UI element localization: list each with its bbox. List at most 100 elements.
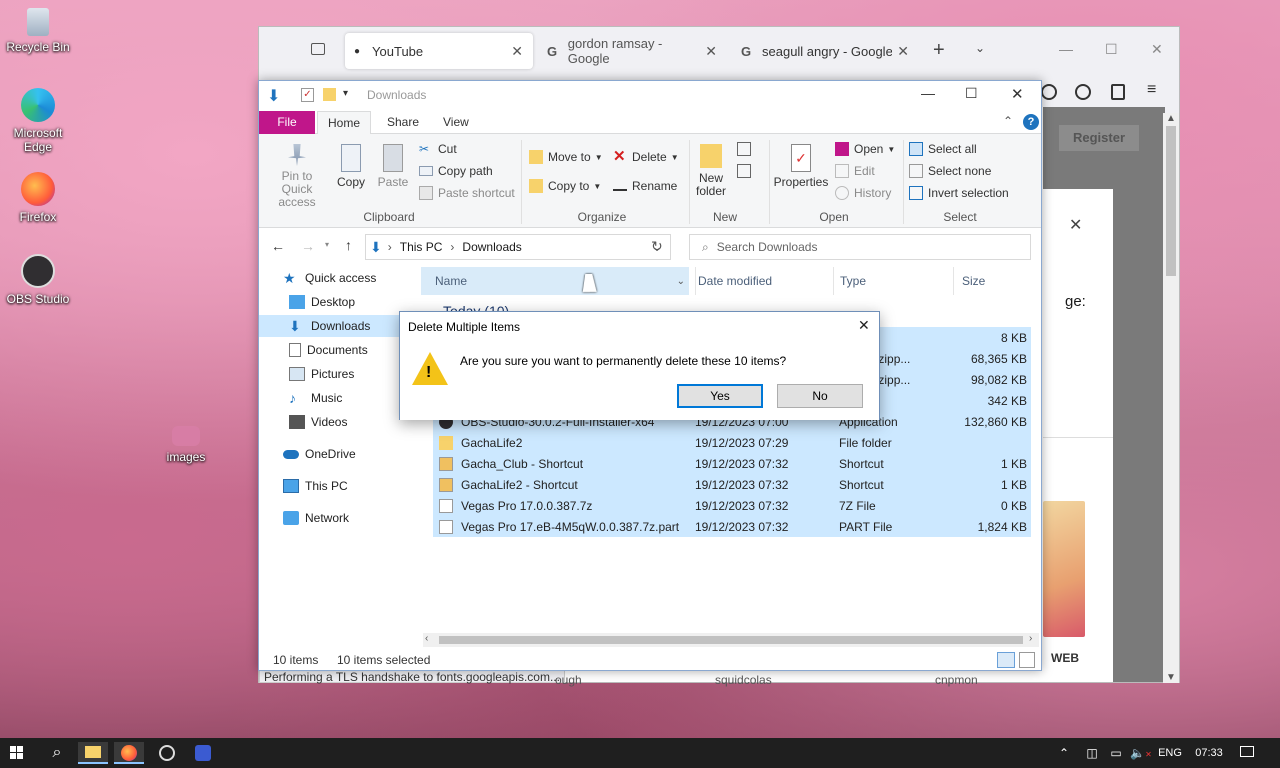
close-window-icon[interactable]: ✕ [1151, 41, 1163, 58]
nav-videos[interactable]: Videos [289, 411, 347, 433]
collapse-ribbon-icon[interactable]: ⌃ [1003, 114, 1013, 128]
paste-button[interactable]: Paste [375, 144, 411, 189]
close-icon[interactable]: ✕ [1011, 85, 1024, 103]
table-row[interactable]: Gacha_Club - Shortcut 19/12/2023 07:32 S… [433, 453, 1031, 474]
table-row[interactable]: GachaLife2 19/12/2023 07:29 File folder [433, 432, 1031, 453]
nav-documents[interactable]: Documents [289, 339, 368, 361]
cut-button[interactable]: ✂ Cut [419, 142, 457, 156]
no-button[interactable]: No [777, 384, 863, 408]
tab-share[interactable]: Share [377, 111, 429, 134]
open-button[interactable]: Open ▼ [835, 142, 895, 156]
new-folder-small-icon[interactable] [323, 88, 336, 101]
new-folder-button[interactable]: New folder [693, 144, 729, 198]
search-icon[interactable]: ⌕ [42, 742, 72, 764]
volume-muted-icon[interactable]: 🔈✕ [1130, 742, 1152, 764]
breadcrumb-downloads[interactable]: Downloads [462, 240, 521, 254]
scroll-left-icon[interactable]: ‹ [425, 633, 428, 644]
invert-selection-button[interactable]: Invert selection [909, 186, 1009, 200]
properties-check-icon[interactable]: ✓ [301, 88, 314, 102]
scroll-down-icon[interactable]: ▼ [1163, 672, 1179, 683]
sort-chevron-icon[interactable]: ⌄ [677, 276, 685, 287]
browser-scrollbar[interactable]: ▲ ▼ [1163, 113, 1179, 683]
modal-close-icon[interactable]: ✕ [1069, 215, 1082, 235]
new-item-icon[interactable] [737, 142, 751, 156]
table-row[interactable]: GachaLife2 - Shortcut 19/12/2023 07:32 S… [433, 474, 1031, 495]
details-view-icon[interactable] [997, 652, 1015, 668]
quick-access-down-icon[interactable]: ⬇ [267, 86, 280, 106]
account-icon[interactable] [1075, 84, 1091, 100]
maximize-icon[interactable]: ☐ [965, 85, 978, 102]
scroll-up-icon[interactable]: ▲ [1163, 113, 1179, 124]
desktop-icon-obs[interactable]: OBS Studio [0, 254, 76, 306]
breadcrumb-this-pc[interactable]: This PC [400, 240, 443, 254]
recent-locations-icon[interactable]: ▾ [325, 240, 329, 249]
language-indicator[interactable]: ENG [1156, 742, 1184, 764]
firefox-icon[interactable] [114, 742, 144, 764]
file-explorer-icon[interactable] [78, 742, 108, 764]
app-icon[interactable] [188, 742, 218, 764]
nav-pictures[interactable]: Pictures [289, 363, 354, 385]
tab-view[interactable]: View [433, 111, 479, 134]
tab-file[interactable]: File [259, 111, 315, 134]
tab-seagull-angry[interactable]: G seagull angry - Google Se ✕ [741, 33, 913, 69]
desktop-icon-firefox[interactable]: Firefox [0, 172, 76, 224]
horizontal-scrollbar[interactable]: ‹ › [423, 633, 1039, 647]
close-icon[interactable]: ✕ [511, 43, 533, 60]
copy-to-button[interactable]: Copy to ▼ [529, 179, 601, 193]
maximize-icon[interactable]: ☐ [1105, 41, 1118, 58]
minimize-icon[interactable]: — [1059, 41, 1073, 57]
close-icon[interactable]: ✕ [897, 43, 913, 60]
rename-button[interactable]: Rename [613, 179, 677, 193]
copy-path-button[interactable]: Copy path [419, 164, 493, 178]
column-header-name[interactable]: Name ⌄ [421, 267, 689, 295]
desktop-icon-images[interactable]: images [148, 426, 224, 464]
register-button[interactable]: Register [1059, 125, 1139, 151]
select-none-button[interactable]: Select none [909, 164, 991, 178]
column-header-size[interactable]: Size [953, 267, 1033, 295]
nav-network[interactable]: Network [283, 507, 349, 529]
copy-button[interactable]: Copy [335, 144, 367, 189]
meet-now-icon[interactable]: ◫ [1082, 742, 1102, 764]
customize-qat-icon[interactable]: ▾ [343, 88, 348, 99]
nav-onedrive[interactable]: OneDrive [283, 443, 356, 465]
extensions-icon[interactable] [1111, 84, 1125, 100]
tab-overflow-icon[interactable]: ⌄ [975, 41, 985, 55]
nav-this-pc[interactable]: This PC [283, 475, 348, 497]
help-icon[interactable]: ? [1023, 114, 1039, 130]
game-thumbnail[interactable] [1043, 501, 1085, 637]
edit-button[interactable]: Edit [835, 164, 875, 178]
move-to-button[interactable]: Move to ▼ [529, 150, 603, 164]
table-row[interactable]: Vegas Pro 17.0.0.387.7z 19/12/2023 07:32… [433, 495, 1031, 516]
properties-button[interactable]: ✓ Properties [773, 144, 829, 189]
back-icon[interactable]: ← [271, 238, 285, 254]
new-tab-icon[interactable]: + [933, 39, 945, 62]
clock[interactable]: 07:33 [1190, 742, 1228, 764]
table-row[interactable]: Vegas Pro 17.eB-4M5qW.0.0.387.7z.part 19… [433, 516, 1031, 537]
start-windows-icon[interactable] [6, 742, 28, 764]
forward-icon[interactable]: → [301, 238, 315, 254]
close-icon[interactable]: ✕ [705, 43, 723, 60]
nav-quick-access[interactable]: ★ Quick access [283, 267, 376, 289]
refresh-icon[interactable]: ↻ [651, 238, 663, 255]
column-header-type[interactable]: Type [833, 267, 953, 295]
easy-access-icon[interactable] [737, 164, 751, 178]
nav-desktop[interactable]: Desktop [289, 291, 355, 313]
notifications-icon[interactable] [1236, 742, 1258, 764]
show-hidden-icons-icon[interactable]: ⌃ [1054, 742, 1074, 764]
pin-quick-access-button[interactable]: Pin to Quick access [265, 144, 329, 209]
address-field[interactable]: ⬇ › This PC › Downloads ⌄ [365, 234, 671, 260]
paste-shortcut-button[interactable]: Paste shortcut [419, 186, 515, 200]
dialog-close-icon[interactable]: ✕ [858, 317, 870, 334]
minimize-icon[interactable]: — [921, 85, 935, 101]
tab-list-icon[interactable] [311, 43, 325, 55]
select-all-button[interactable]: Select all [909, 142, 977, 156]
up-icon[interactable]: ↑ [345, 237, 352, 253]
scroll-right-icon[interactable]: › [1029, 633, 1032, 644]
shield-icon[interactable] [1041, 84, 1057, 100]
history-button[interactable]: History [835, 186, 891, 200]
menu-icon[interactable]: ≡ [1147, 81, 1156, 99]
yes-button[interactable]: Yes [677, 384, 763, 408]
desktop-icon-edge[interactable]: Microsoft Edge [0, 88, 76, 154]
nav-music[interactable]: ♪ Music [289, 387, 342, 409]
desktop-icon-recycle-bin[interactable]: Recycle Bin [0, 8, 76, 54]
